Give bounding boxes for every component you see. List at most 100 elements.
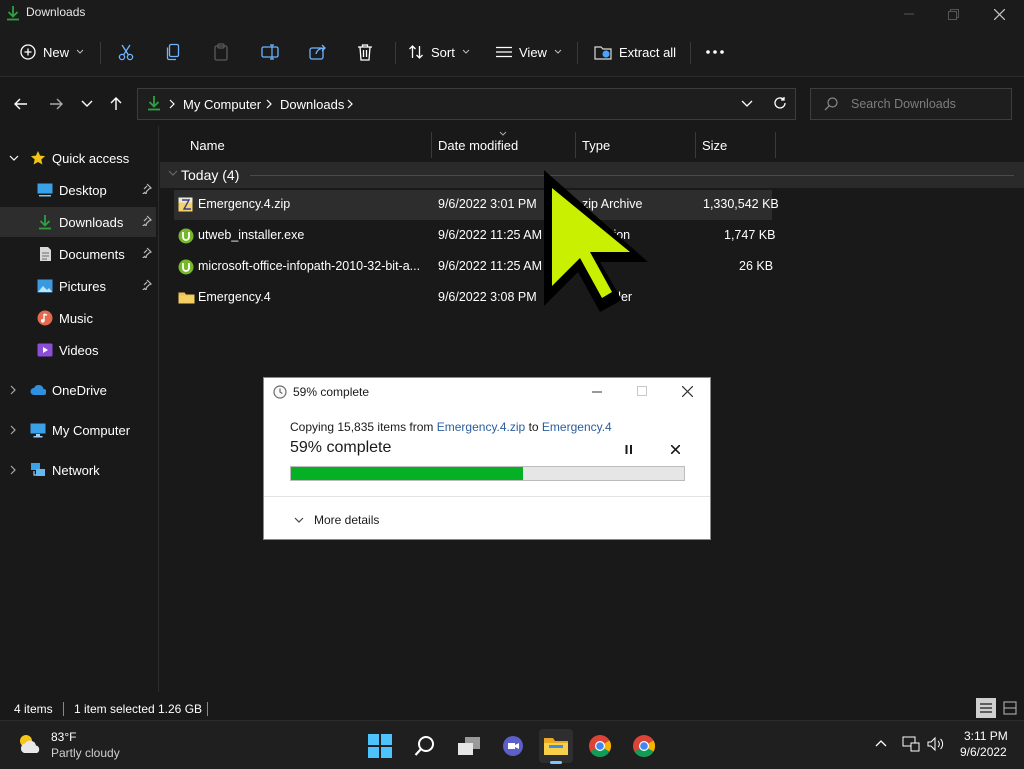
divider (395, 42, 396, 64)
nav-item-onedrive[interactable]: OneDrive (0, 375, 156, 405)
mouse-pointer-icon (536, 166, 654, 316)
column-divider[interactable] (695, 132, 696, 158)
dialog-close-button[interactable] (682, 386, 693, 397)
file-size: 1,330,542 KB (703, 197, 779, 211)
view-button[interactable]: View (496, 36, 562, 68)
pictures-icon (37, 278, 53, 294)
weather-widget[interactable]: 83°F Partly cloudy (16, 727, 146, 763)
address-bar[interactable]: My Computer Downloads (137, 88, 796, 120)
column-divider[interactable] (775, 132, 776, 158)
tiles-view-button[interactable] (1000, 698, 1020, 718)
cloud-icon (30, 382, 46, 398)
clock-date[interactable]: 9/6/2022 (960, 745, 1007, 759)
more-details-label: More details (314, 513, 380, 527)
divider (207, 702, 208, 716)
volume-icon[interactable] (927, 736, 945, 752)
pause-button[interactable] (625, 445, 633, 454)
extract-icon (594, 44, 612, 60)
dialog-maximize-button[interactable] (637, 386, 647, 396)
column-header-date-modified[interactable]: Date modified (438, 131, 574, 158)
recent-locations-button[interactable] (74, 90, 100, 118)
file-date: 9/6/2022 3:01 PM (438, 197, 537, 211)
network-status-icon[interactable] (902, 736, 920, 752)
chat-button[interactable] (496, 729, 530, 763)
share-button[interactable] (309, 36, 327, 68)
column-divider[interactable] (431, 132, 432, 158)
more-options-button[interactable] (706, 36, 724, 68)
close-button[interactable] (976, 0, 1022, 28)
arrow-left-icon (14, 98, 28, 110)
nav-item-label: Documents (59, 246, 125, 262)
up-button[interactable] (103, 90, 129, 118)
chrome-taskbar-button[interactable] (583, 729, 617, 763)
file-row[interactable]: Emergency.4 9/6/2022 3:08 PM der (174, 283, 772, 313)
back-button[interactable] (8, 90, 34, 118)
file-explorer-taskbar-button[interactable] (539, 729, 573, 764)
dialog-minimize-button[interactable] (592, 391, 602, 393)
paste-button[interactable] (213, 36, 229, 68)
breadcrumb-my-computer[interactable]: My Computer (183, 97, 261, 112)
sort-indicator-icon (499, 131, 507, 136)
copy-icon (165, 43, 181, 61)
cancel-copy-button[interactable] (671, 445, 680, 454)
nav-item-label: Pictures (59, 278, 106, 294)
pin-icon[interactable] (141, 279, 152, 290)
more-details-button[interactable]: More details (294, 513, 379, 527)
search-icon (824, 97, 838, 111)
forward-button[interactable] (43, 90, 69, 118)
nav-item-documents[interactable]: Documents (0, 239, 156, 269)
copy-summary: Copying 15,835 items from Emergency.4.zi… (290, 420, 612, 434)
new-button[interactable]: New (20, 36, 84, 68)
pin-icon[interactable] (141, 215, 152, 226)
column-header-name[interactable]: Name (190, 132, 430, 158)
nav-item-desktop[interactable]: Desktop (0, 175, 156, 205)
copy-button[interactable] (165, 36, 181, 68)
sort-button[interactable]: Sort (408, 36, 470, 68)
column-header-size[interactable]: Size (702, 132, 774, 158)
history-dropdown-button[interactable] (741, 100, 753, 108)
minimize-button[interactable] (886, 0, 932, 28)
nav-item-my-computer[interactable]: My Computer (0, 415, 156, 445)
refresh-button[interactable] (773, 96, 787, 110)
progress-label: 59% complete (290, 439, 392, 456)
file-name: microsoft-office-infopath-2010-32-bit-a.… (198, 259, 421, 273)
nav-item-network[interactable]: Network (0, 455, 156, 485)
file-row[interactable]: utweb_installer.exe 9/6/2022 11:25 AM ic… (174, 221, 775, 251)
search-button[interactable] (408, 729, 442, 763)
show-hidden-icons-button[interactable] (875, 739, 887, 747)
file-row[interactable]: microsoft-office-infopath-2010-32-bit-a.… (174, 252, 773, 282)
destination-link[interactable]: Emergency.4 (542, 420, 612, 434)
column-divider[interactable] (575, 132, 576, 158)
cut-button[interactable] (117, 36, 135, 68)
breadcrumb-downloads[interactable]: Downloads (280, 97, 344, 112)
maximize-button[interactable] (930, 0, 976, 28)
file-row[interactable]: Emergency.4.zip 9/6/2022 3:01 PM zip Arc… (174, 190, 779, 220)
details-view-button[interactable] (976, 698, 996, 718)
nav-item-videos[interactable]: Videos (0, 335, 156, 365)
rename-icon (261, 44, 279, 60)
rename-button[interactable] (261, 36, 279, 68)
chevron-right-icon (10, 465, 22, 475)
divider (690, 42, 691, 64)
extract-all-button[interactable]: Extract all (594, 36, 676, 68)
utorrent-icon (178, 259, 194, 275)
chrome-taskbar-button-2[interactable] (627, 729, 661, 763)
file-name: Emergency.4.zip (198, 197, 291, 211)
start-button[interactable] (363, 729, 397, 763)
progress-bar-fill (291, 467, 523, 480)
pin-icon[interactable] (141, 183, 152, 194)
task-view-button[interactable] (452, 729, 486, 763)
clock-time[interactable]: 3:11 PM (964, 729, 1008, 743)
windows-logo-icon (368, 734, 392, 758)
column-header-type[interactable]: Type (582, 132, 694, 158)
sort-icon (408, 44, 424, 60)
nav-item-pictures[interactable]: Pictures (0, 271, 156, 301)
pin-icon[interactable] (141, 247, 152, 258)
progress-bar (290, 466, 685, 481)
delete-button[interactable] (357, 36, 373, 68)
source-link[interactable]: Emergency.4.zip (437, 420, 525, 434)
nav-item-music[interactable]: Music (0, 303, 156, 333)
nav-quick-access[interactable]: Quick access (0, 143, 156, 173)
nav-item-downloads[interactable]: Downloads (0, 207, 156, 237)
search-box[interactable]: Search Downloads (810, 88, 1012, 120)
